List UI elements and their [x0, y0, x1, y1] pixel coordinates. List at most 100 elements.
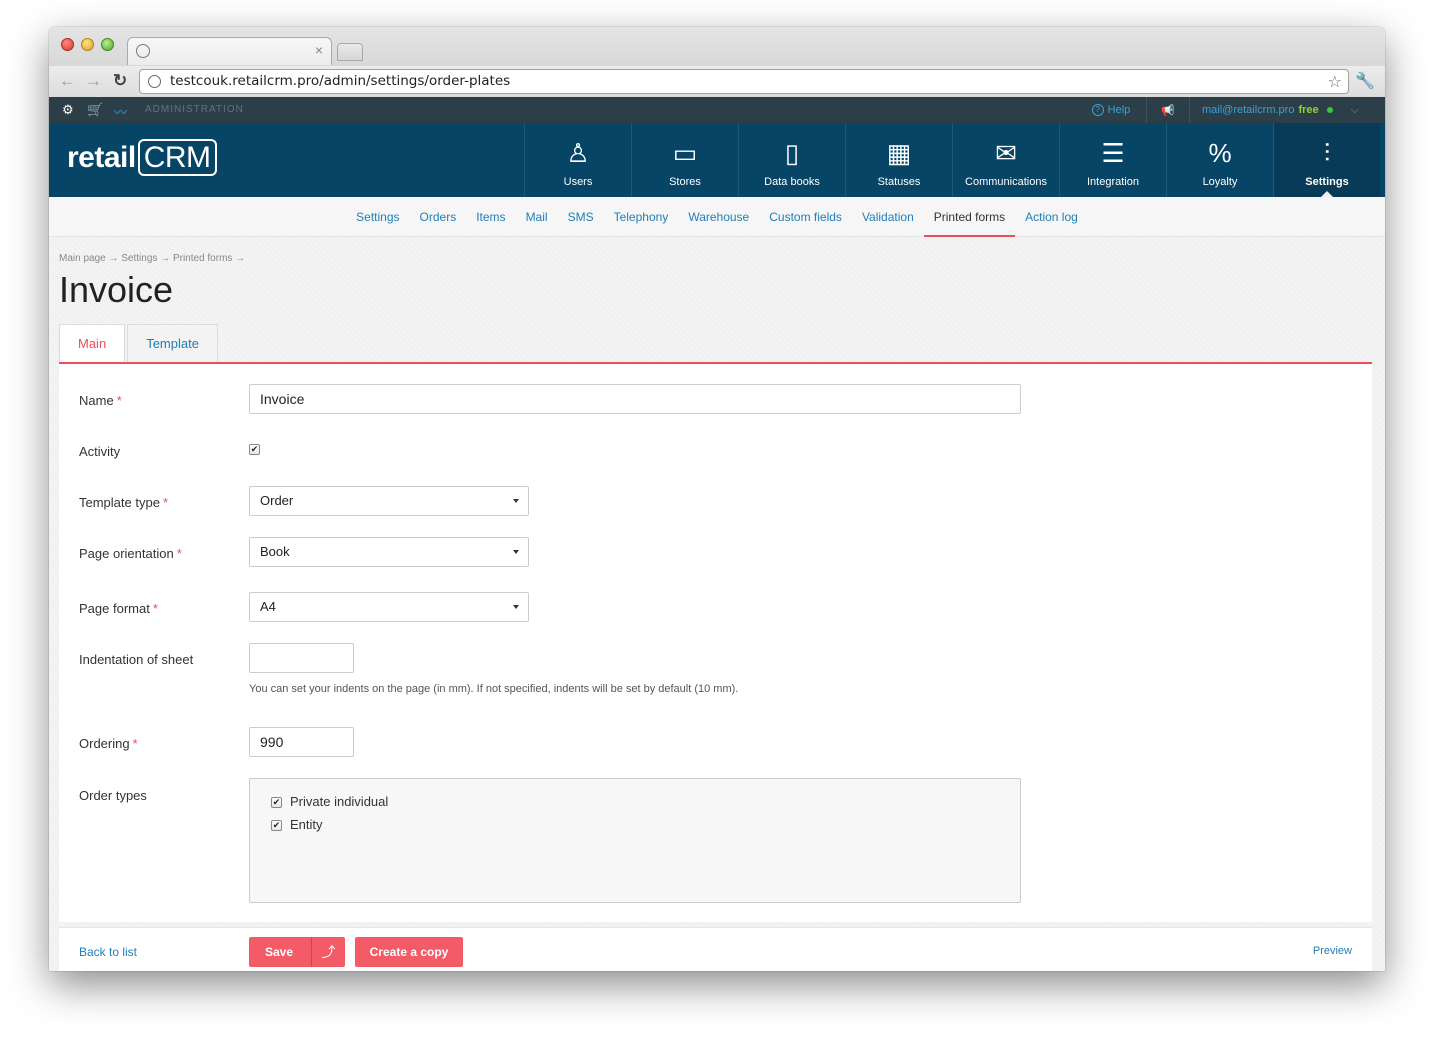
help-link[interactable]: ? Help	[1076, 97, 1148, 123]
globe-icon	[136, 44, 150, 58]
tab-main[interactable]: Main	[59, 324, 126, 362]
name-input[interactable]: Invoice	[249, 384, 1021, 414]
back-arrow-icon[interactable]: ←	[59, 71, 76, 91]
maximize-window-button[interactable]	[101, 38, 114, 51]
back-to-list-link[interactable]: Back to list	[79, 945, 137, 959]
cart-icon[interactable]: 🛒	[87, 102, 104, 118]
retailcrm-logo[interactable]: retail CRM	[67, 139, 217, 176]
form-footer: Back to list Save ⤴ Create a copy Previe…	[59, 927, 1372, 971]
indentation-input[interactable]	[249, 643, 354, 673]
private-individual-label[interactable]: Private individual	[290, 794, 388, 809]
required-mark: *	[152, 601, 158, 616]
preview-link[interactable]: Preview	[1313, 945, 1352, 957]
logo-crm: CRM	[137, 139, 217, 176]
nav-loyalty[interactable]: % Loyalty	[1166, 123, 1273, 197]
form-tabs: Main Template	[59, 324, 220, 362]
main-header: retail CRM ♙ Users ▭ Stores ▯ Data books ▦ St…	[49, 123, 1385, 197]
close-tab-icon[interactable]: ×	[315, 42, 323, 58]
user-email: mail@retailcrm.pro	[1202, 104, 1295, 116]
nav-label: Loyalty	[1202, 176, 1238, 188]
forward-arrow-icon[interactable]: →	[85, 71, 102, 91]
bookmark-star-icon[interactable]: ☆	[1328, 70, 1342, 93]
new-tab-button[interactable]	[337, 43, 363, 61]
page-info-icon[interactable]	[148, 75, 161, 88]
nav-label: Integration	[1087, 176, 1139, 188]
chevron-down-icon[interactable]: ⌵	[1351, 104, 1359, 117]
nav-communications[interactable]: ✉ Communications	[952, 123, 1059, 197]
subnav-sms[interactable]: SMS	[558, 197, 604, 237]
caret-down-icon	[513, 499, 519, 503]
loyalty-icon: %	[1208, 138, 1232, 168]
subnav-settings[interactable]: Settings	[346, 197, 409, 237]
breadcrumb[interactable]: Main page → Settings → Printed forms →	[59, 253, 245, 264]
window-controls	[61, 38, 114, 51]
nav-settings[interactable]: ⫶ Settings	[1273, 123, 1380, 197]
required-mark: *	[162, 495, 168, 510]
entity-label[interactable]: Entity	[290, 817, 323, 832]
nav-label: Settings	[1305, 176, 1349, 188]
online-status-icon	[1326, 107, 1333, 113]
address-bar[interactable]: testcouk.retailcrm.pro/admin/settings/or…	[139, 69, 1349, 94]
save-button[interactable]: Save ⤴	[249, 937, 345, 967]
page-format-value: A4	[260, 599, 276, 614]
subnav-action-log[interactable]: Action log	[1015, 197, 1088, 237]
ordering-label: Ordering *	[79, 736, 138, 751]
user-menu[interactable]: mail@retailcrm.pro free ⌵	[1190, 104, 1385, 117]
tab-template[interactable]: Template	[127, 324, 218, 362]
private-individual-checkbox[interactable]: ✔	[271, 797, 282, 808]
subnav-mail[interactable]: Mail	[516, 197, 558, 237]
logo-text: retail	[67, 141, 136, 174]
nav-statuses[interactable]: ▦ Statuses	[845, 123, 952, 197]
form-panel: Name * Invoice Activity ✔ Template type * …	[59, 362, 1372, 922]
activity-label: Activity	[79, 444, 121, 459]
subnav-telephony[interactable]: Telephony	[604, 197, 679, 237]
required-mark: *	[132, 736, 138, 751]
save-and-return-icon[interactable]: ⤴	[311, 937, 345, 967]
nav-label: Communications	[965, 176, 1047, 188]
wrench-icon[interactable]: 🔧	[1355, 71, 1375, 91]
megaphone-icon[interactable]: 📢	[1147, 97, 1190, 123]
ordering-input[interactable]: 990	[249, 727, 354, 757]
close-window-button[interactable]	[61, 38, 74, 51]
page-format-label: Page format *	[79, 601, 158, 616]
nav-label: Stores	[669, 176, 701, 188]
entity-checkbox[interactable]: ✔	[271, 820, 282, 831]
page-format-label-text: Page format	[79, 601, 150, 616]
subnav-custom-fields[interactable]: Custom fields	[759, 197, 852, 237]
reload-icon[interactable]: ↻	[113, 71, 127, 91]
subnav-printed-forms[interactable]: Printed forms	[923, 197, 1016, 237]
browser-toolbar: ← → ↻ testcouk.retailcrm.pro/admin/setti…	[49, 66, 1385, 97]
subnav-warehouse[interactable]: Warehouse	[678, 197, 759, 237]
page-orientation-label: Page orientation *	[79, 546, 182, 561]
page-orientation-select[interactable]: Book	[249, 537, 529, 567]
subnav-orders[interactable]: Orders	[410, 197, 467, 237]
admin-bar-right: ? Help 📢 mail@retailcrm.pro free ⌵	[1076, 97, 1385, 123]
main-nav: ♙ Users ▭ Stores ▯ Data books ▦ Statuses ✉ Co…	[524, 123, 1380, 197]
browser-tab[interactable]: ×	[127, 37, 332, 65]
template-type-select[interactable]: Order	[249, 486, 529, 516]
subnav-items[interactable]: Items	[466, 197, 515, 237]
template-type-label: Template type *	[79, 495, 168, 510]
caret-down-icon	[513, 550, 519, 554]
nav-users[interactable]: ♙ Users	[524, 123, 631, 197]
page-format-select[interactable]: A4	[249, 592, 529, 622]
gear-icon[interactable]: ⚙	[62, 102, 75, 118]
activity-checkbox[interactable]: ✔	[249, 444, 260, 455]
nav-label: Statuses	[877, 176, 921, 188]
nav-label: Data books	[764, 176, 820, 188]
analytics-icon[interactable]: 〰	[114, 102, 128, 121]
template-type-label-text: Template type	[79, 495, 160, 510]
nav-integration[interactable]: ☰ Integration	[1059, 123, 1166, 197]
page-title: Invoice	[59, 269, 174, 310]
subnav-validation[interactable]: Validation	[852, 197, 924, 237]
minimize-window-button[interactable]	[81, 38, 94, 51]
create-copy-button[interactable]: Create a copy	[355, 937, 463, 967]
plan-badge: free	[1298, 104, 1319, 116]
nav-data-books[interactable]: ▯ Data books	[738, 123, 845, 197]
required-mark: *	[116, 393, 122, 408]
required-mark: *	[176, 546, 182, 561]
nav-stores[interactable]: ▭ Stores	[631, 123, 738, 197]
order-types-box: ✔ Private individual ✔ Entity	[249, 778, 1021, 903]
admin-label: ADMINISTRATION	[145, 104, 244, 115]
admin-bar: ⚙ 🛒 〰 ADMINISTRATION ? Help 📢 mail@retai…	[49, 97, 1385, 123]
